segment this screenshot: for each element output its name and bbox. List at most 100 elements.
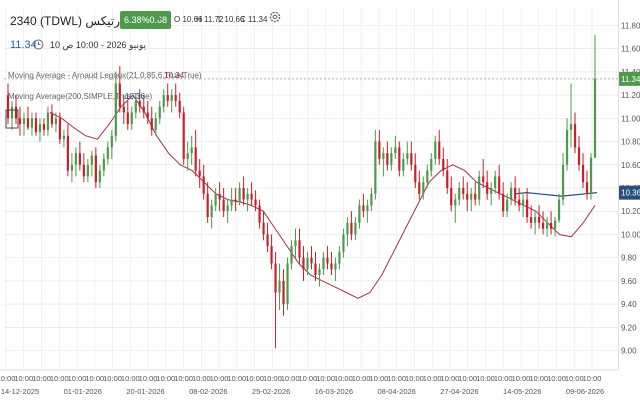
candle-down bbox=[150, 118, 153, 130]
candle-down bbox=[462, 188, 465, 194]
price-axis: 9.009.209.409.609.8010.0010.2010.4010.60… bbox=[619, 21, 640, 356]
candle-down bbox=[581, 164, 585, 183]
candle-down bbox=[78, 153, 81, 165]
candle-down bbox=[314, 263, 317, 276]
candle-down bbox=[450, 188, 453, 206]
time-tick-label: 10:00 bbox=[281, 374, 300, 383]
candle-down bbox=[502, 193, 505, 212]
candle-up bbox=[454, 199, 457, 206]
candle-up bbox=[589, 157, 593, 194]
candle-down bbox=[126, 112, 129, 125]
price-tick-label: 11.60 bbox=[621, 45, 640, 54]
candle-up bbox=[470, 193, 473, 200]
time-tick-label: 10:00 bbox=[298, 374, 317, 383]
candles bbox=[6, 34, 597, 349]
candle-down bbox=[82, 164, 85, 177]
candle-up bbox=[238, 188, 241, 202]
price-tick-label: 10.20 bbox=[621, 207, 640, 216]
price-tick-label: 10.80 bbox=[621, 138, 640, 147]
candle-down bbox=[466, 193, 469, 200]
indicator-value-sma: 10.36 bbox=[125, 92, 146, 101]
candle-up bbox=[246, 193, 249, 200]
candle-down bbox=[573, 124, 577, 148]
candle-down bbox=[266, 234, 269, 247]
date-tick-label: 25-02-2026 bbox=[252, 387, 290, 396]
indicator-value-alma: 10.34 bbox=[164, 71, 185, 80]
candle-down bbox=[410, 153, 413, 165]
candle-down bbox=[362, 205, 365, 212]
time-tick-label: 10:00 bbox=[50, 374, 69, 383]
candle-down bbox=[310, 257, 313, 264]
candle-up bbox=[106, 147, 109, 159]
candle-up bbox=[154, 118, 157, 130]
candle-down bbox=[174, 95, 177, 101]
candle-up bbox=[306, 257, 309, 270]
price-chart[interactable]: 9.009.209.409.609.8010.0010.2010.4010.60… bbox=[0, 0, 640, 400]
candle-down bbox=[178, 100, 181, 113]
candle-up bbox=[190, 147, 193, 154]
candle-down bbox=[486, 182, 489, 194]
candle-up bbox=[162, 95, 165, 107]
candle-down bbox=[18, 118, 22, 125]
price-tick-label: 10.60 bbox=[621, 161, 640, 170]
time-tick-label: 10:00 bbox=[476, 374, 495, 383]
candle-up bbox=[86, 164, 89, 177]
time-tick-label: 10:00 bbox=[565, 374, 584, 383]
candle-up bbox=[286, 263, 289, 305]
candle-up bbox=[402, 158, 405, 171]
candle-down bbox=[442, 158, 445, 171]
candle-down bbox=[482, 176, 485, 183]
candle-down bbox=[537, 217, 541, 223]
candle-up bbox=[110, 135, 113, 148]
time-tick-label: 10:00 bbox=[423, 374, 442, 383]
candle-down bbox=[258, 205, 261, 223]
candle-down bbox=[250, 193, 253, 200]
candle-up bbox=[98, 170, 101, 183]
time-tick-label: 10:00 bbox=[14, 374, 33, 383]
price-tick-label: 9.40 bbox=[621, 300, 637, 309]
candle-down bbox=[526, 199, 529, 218]
candle-down bbox=[26, 118, 30, 128]
candle-up bbox=[426, 170, 429, 183]
candle-down bbox=[326, 257, 329, 264]
price-tick-label: 9.20 bbox=[621, 323, 637, 332]
candle-up bbox=[10, 106, 14, 119]
candle-up bbox=[553, 220, 557, 229]
time-tick-label: 10:00 bbox=[512, 374, 531, 383]
settings-icon[interactable] bbox=[268, 10, 282, 24]
price-tick-label: 11.20 bbox=[621, 91, 640, 100]
candle-up bbox=[290, 246, 293, 264]
candle-down bbox=[138, 100, 141, 107]
candle-down bbox=[438, 141, 441, 159]
time-tick-label: 10:00 bbox=[583, 374, 602, 383]
candle-down bbox=[202, 176, 205, 194]
candle-down bbox=[541, 222, 545, 229]
candle-up bbox=[318, 269, 321, 276]
candle-up bbox=[422, 182, 425, 194]
candle-up bbox=[545, 222, 549, 229]
time-tick-label: 10:00 bbox=[441, 374, 460, 383]
candle-up bbox=[294, 240, 297, 247]
candle-down bbox=[122, 106, 125, 113]
date-tick-label: 09-06-2026 bbox=[566, 387, 604, 396]
candle-up bbox=[278, 280, 281, 293]
price-tick-label: 9.80 bbox=[621, 254, 637, 263]
time-tick-label: 10:00 bbox=[139, 374, 158, 383]
chart-canvas[interactable]: 9.009.209.409.609.8010.0010.2010.4010.60… bbox=[0, 0, 640, 400]
price-axis-divider bbox=[618, 0, 619, 370]
candle-up bbox=[374, 141, 377, 194]
candle-down bbox=[58, 118, 62, 140]
time-tick-label: 10:00 bbox=[0, 374, 15, 383]
candle-down bbox=[194, 147, 197, 171]
candle-down bbox=[474, 193, 477, 200]
candle-down bbox=[577, 147, 581, 165]
candle-up bbox=[569, 124, 573, 130]
candle-up bbox=[46, 112, 50, 130]
sma-axis-label: 10.36 bbox=[619, 185, 640, 200]
candle-down bbox=[298, 240, 301, 258]
price-tick-label: 11.00 bbox=[621, 114, 640, 123]
candle-up bbox=[458, 188, 461, 200]
candle-up bbox=[226, 205, 229, 212]
candle-down bbox=[14, 106, 18, 119]
candle-up bbox=[522, 199, 525, 206]
